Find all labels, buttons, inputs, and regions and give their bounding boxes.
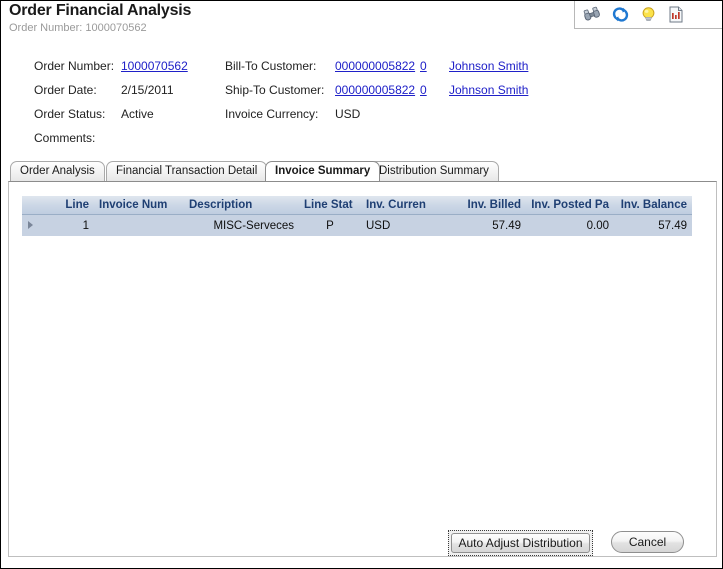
- tab-bar: Order Analysis Financial Transaction Det…: [1, 161, 722, 182]
- tab-distribution-summary[interactable]: Distribution Summary: [369, 161, 499, 181]
- invoice-currency-label: Invoice Currency:: [225, 107, 319, 121]
- invoice-summary-table: Line Invoice Num Description Line Stat I…: [22, 196, 692, 236]
- cell-line-stat: P: [299, 214, 361, 236]
- column-header-line[interactable]: Line: [39, 196, 94, 215]
- order-date-value: 2/15/2011: [121, 83, 174, 97]
- row-selector-cell[interactable]: [22, 214, 39, 236]
- cell-description: MISC-Serveces: [184, 214, 299, 236]
- invoice-summary-grid: Line Invoice Num Description Line Stat I…: [22, 196, 692, 236]
- toolbar: [574, 1, 722, 29]
- auto-adjust-distribution-button[interactable]: Auto Adjust Distribution: [451, 533, 590, 553]
- ship-to-customer-label: Ship-To Customer:: [225, 83, 325, 97]
- tab-content-panel: Line Invoice Num Description Line Stat I…: [8, 181, 717, 557]
- report-icon[interactable]: [666, 4, 686, 24]
- invoice-currency-value: USD: [335, 107, 361, 121]
- column-header-line-stat[interactable]: Line Stat: [299, 196, 361, 215]
- page-title: Order Financial Analysis: [9, 2, 192, 19]
- bill-to-name-link[interactable]: Johnson Smith: [449, 59, 528, 73]
- column-header-inv-billed[interactable]: Inv. Billed: [441, 196, 526, 215]
- cell-invoice-num: [94, 214, 184, 236]
- cancel-button[interactable]: Cancel: [611, 531, 684, 553]
- ship-to-name-link[interactable]: Johnson Smith: [449, 83, 528, 97]
- order-number-label: Order Number:: [34, 59, 115, 73]
- order-status-label: Order Status:: [34, 107, 106, 121]
- binoculars-icon[interactable]: [582, 4, 602, 24]
- field-row-4: Comments:: [1, 131, 722, 155]
- column-header-invoice-num[interactable]: Invoice Num: [94, 196, 184, 215]
- column-header-inv-balance[interactable]: Inv. Balance: [614, 196, 692, 215]
- bill-to-customer-link[interactable]: 000000005822: [335, 59, 415, 73]
- refresh-icon[interactable]: [610, 4, 630, 24]
- order-number-link[interactable]: 1000070562: [121, 59, 188, 73]
- page-subtitle: Order Number: 1000070562: [9, 22, 147, 34]
- tab-order-analysis[interactable]: Order Analysis: [10, 161, 105, 181]
- order-detail-fields: Order Number: 1000070562 Bill-To Custome…: [1, 59, 722, 155]
- lightbulb-icon[interactable]: [638, 4, 658, 24]
- order-status-value: Active: [121, 107, 154, 121]
- bill-to-customer-label: Bill-To Customer:: [225, 59, 317, 73]
- bill-to-sequence-link[interactable]: 0: [420, 59, 427, 73]
- column-header-description[interactable]: Description: [184, 196, 299, 215]
- field-row-3: Order Status: Active Invoice Currency: U…: [1, 107, 722, 131]
- ship-to-customer-link[interactable]: 000000005822: [335, 83, 415, 97]
- order-financial-analysis-window: Order Financial Analysis Order Number: 1…: [0, 0, 723, 569]
- column-header-inv-posted-pa[interactable]: Inv. Posted Pa: [526, 196, 614, 215]
- cell-inv-balance: 57.49: [614, 214, 692, 236]
- order-date-label: Order Date:: [34, 83, 97, 97]
- column-header-inv-curren[interactable]: Inv. Curren: [361, 196, 441, 215]
- cell-inv-curren: USD: [361, 214, 441, 236]
- comments-label: Comments:: [34, 131, 96, 145]
- table-header-row: Line Invoice Num Description Line Stat I…: [22, 196, 692, 215]
- row-indicator-icon: [28, 220, 33, 229]
- tab-invoice-summary[interactable]: Invoice Summary: [265, 161, 381, 181]
- field-row-1: Order Number: 1000070562 Bill-To Custome…: [1, 59, 722, 83]
- field-row-2: Order Date: 2/15/2011 Ship-To Customer: …: [1, 83, 722, 107]
- cell-line: 1: [39, 214, 94, 236]
- cell-inv-posted-pa: 0.00: [526, 214, 614, 236]
- table-row[interactable]: 1 MISC-Serveces P USD 57.49 0.00 57.49: [22, 214, 692, 236]
- row-marker-header: [22, 196, 39, 215]
- auto-adjust-distribution-focus-ring: Auto Adjust Distribution: [448, 530, 593, 556]
- cell-inv-billed: 57.49: [441, 214, 526, 236]
- ship-to-sequence-link[interactable]: 0: [420, 83, 427, 97]
- tab-financial-transaction-detail[interactable]: Financial Transaction Detail: [106, 161, 268, 181]
